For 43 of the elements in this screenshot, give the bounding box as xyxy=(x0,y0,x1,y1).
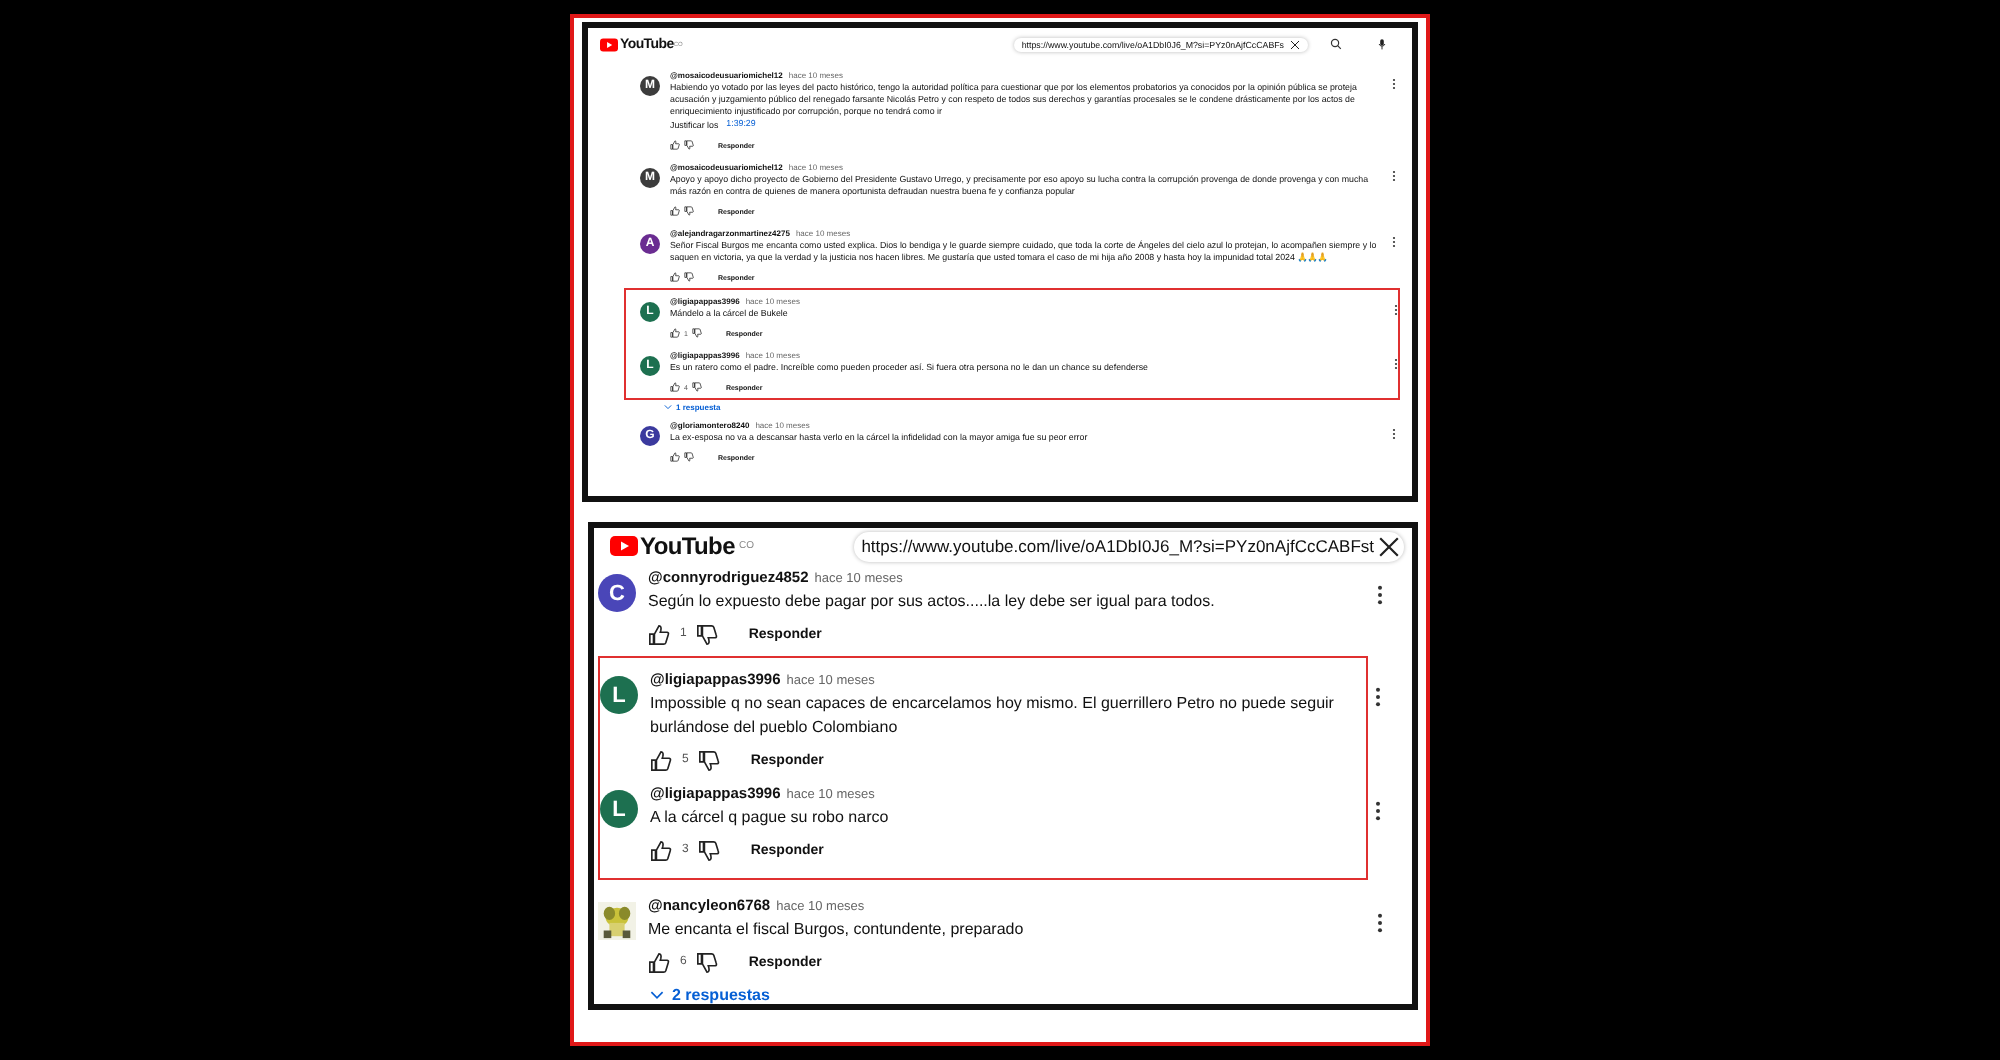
dislike-icon[interactable] xyxy=(684,272,694,282)
like-icon[interactable] xyxy=(648,951,670,973)
avatar[interactable]: L xyxy=(600,790,638,828)
like-icon[interactable] xyxy=(670,140,680,150)
more-options-icon[interactable] xyxy=(1376,912,1384,934)
country-code: CO xyxy=(738,540,754,552)
like-icon[interactable] xyxy=(650,749,672,771)
microphone-icon[interactable] xyxy=(1376,38,1388,50)
more-options-icon[interactable] xyxy=(1376,584,1384,606)
avatar[interactable]: C xyxy=(598,574,636,612)
dislike-icon[interactable] xyxy=(691,382,702,392)
like-icon[interactable] xyxy=(650,839,672,861)
close-icon[interactable] xyxy=(1378,535,1400,557)
dislike-icon[interactable] xyxy=(696,623,719,645)
dislike-icon[interactable] xyxy=(684,452,694,462)
dislike-icon[interactable] xyxy=(684,140,694,150)
dislike-icon[interactable] xyxy=(684,206,694,216)
like-icon[interactable] xyxy=(670,272,680,282)
comment-text: Impossible q no sean capaces de encarcelamos hoy mismo. El guerrillero Petro no puede seguir burlándose del pueblo Colombiano xyxy=(650,692,1336,740)
like-icon[interactable] xyxy=(648,623,670,645)
url-field[interactable]: https://www.youtube.com/live/oA1DbI0J6_M?si=PYz0nAjfCcCABFst xyxy=(853,531,1404,561)
like-icon[interactable] xyxy=(670,452,680,462)
more-options-icon[interactable] xyxy=(1374,800,1382,822)
like-icon[interactable] xyxy=(670,382,680,392)
like-icon[interactable] xyxy=(670,328,680,338)
chevron-down-icon xyxy=(650,990,664,1000)
dislike-icon[interactable] xyxy=(691,328,702,338)
comment-text: Según lo expuesto debe pagar por sus actos.....la ley debe ser igual para todos. xyxy=(648,590,1217,614)
dislike-icon[interactable] xyxy=(698,839,721,861)
comment-text: A la cárcel q pague su robo narco xyxy=(650,806,891,830)
logo-text: YouTube xyxy=(640,532,735,560)
replies-toggle[interactable]: 2 respuestas xyxy=(650,986,770,1004)
close-icon[interactable] xyxy=(1290,39,1300,49)
play-logo-icon xyxy=(610,536,638,556)
like-icon[interactable] xyxy=(670,206,680,216)
avatar[interactable]: L xyxy=(600,676,638,714)
more-options-icon[interactable] xyxy=(1374,686,1382,708)
chevron-down-icon xyxy=(664,404,672,410)
search-icon[interactable] xyxy=(1330,38,1342,50)
dislike-icon[interactable] xyxy=(696,951,719,973)
comment-text: Me encanta el fiscal Burgos, contundente, preparado xyxy=(648,918,1026,942)
play-logo-icon xyxy=(600,37,618,51)
dislike-icon[interactable] xyxy=(698,749,721,771)
